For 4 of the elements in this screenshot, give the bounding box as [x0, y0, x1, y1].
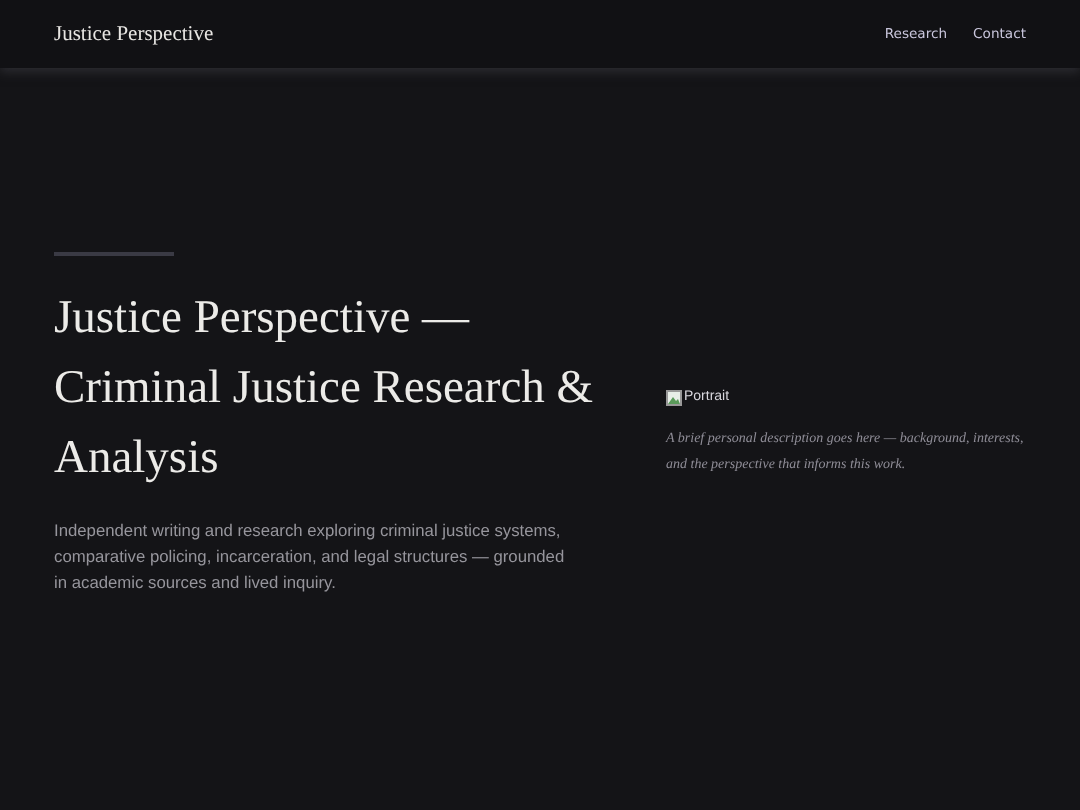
hero-title: Justice Perspective — Criminal Justice Research & Analysis [54, 289, 596, 487]
site-brand[interactable]: Justice Perspective [54, 23, 214, 45]
hero-lead: Independent writing and research exploring criminal justice systems, comparative policing, incarceration, and legal structures — grounded in academic sources and lived inquiry. [54, 517, 567, 595]
broken-image-icon [666, 389, 682, 405]
